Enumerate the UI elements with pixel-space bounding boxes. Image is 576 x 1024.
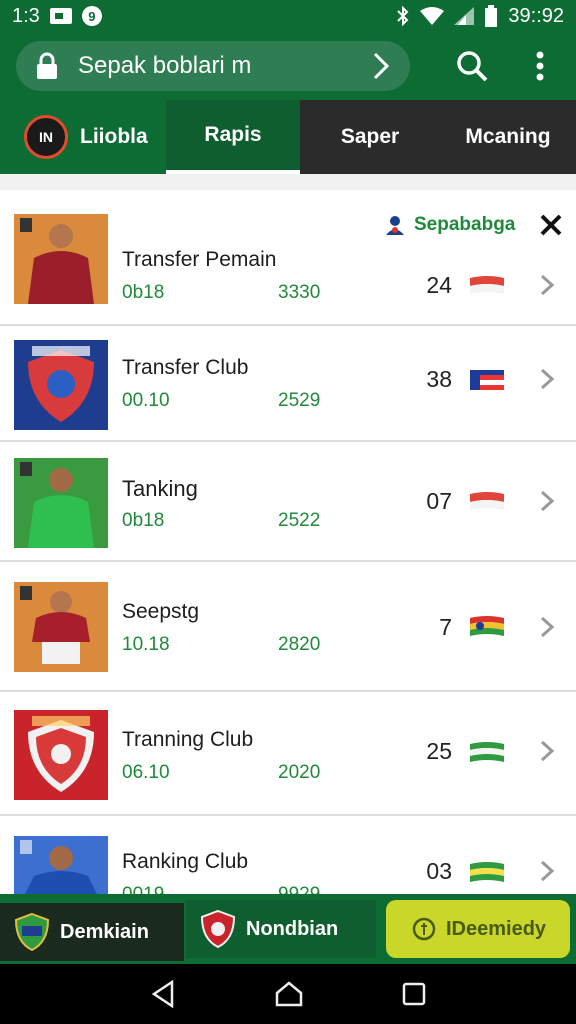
ideemiedy-button[interactable]: IDeemiedy — [386, 900, 570, 958]
back-icon[interactable] — [150, 980, 176, 1008]
button-label: IDeemiedy — [446, 917, 547, 940]
chevron-right-icon[interactable] — [536, 738, 558, 764]
item-value-1: 0b18 — [122, 510, 165, 531]
recents-icon[interactable] — [402, 982, 426, 1006]
tab-label: Mcaning — [465, 125, 551, 148]
item-number: 7 — [439, 614, 452, 640]
tab-rapis[interactable]: Rapis — [166, 100, 300, 174]
item-value-2: 2522 — [278, 510, 321, 531]
chevron-right-icon[interactable] — [536, 614, 558, 640]
club-crest-icon: IN — [24, 115, 68, 159]
list-item[interactable]: Sepababga Transfer Pemain 0b18 3330 24 — [0, 190, 576, 326]
search-query[interactable]: Sepak boblari m — [78, 52, 370, 80]
chevron-right-icon[interactable] — [536, 272, 558, 298]
battery-time: 39::92 — [508, 4, 564, 27]
message-icon — [49, 8, 72, 24]
transfer-list[interactable]: Sepababga Transfer Pemain 0b18 3330 24 T… — [0, 174, 576, 894]
close-icon[interactable] — [538, 212, 564, 238]
item-value-1: 0b18 — [122, 282, 165, 303]
promo-label: Sepababga — [414, 214, 516, 235]
list-item[interactable]: Ranking Club 0019 9929 03 — [0, 816, 576, 894]
chevron-right-icon[interactable] — [536, 488, 558, 514]
item-value-1: 00.10 — [122, 390, 170, 411]
more-vert-icon — [536, 51, 544, 81]
item-title: Transfer Club — [122, 356, 249, 379]
coin-icon — [412, 917, 436, 941]
lock-icon — [34, 51, 60, 81]
chevron-right-icon[interactable] — [536, 366, 558, 392]
battery-icon — [485, 5, 498, 27]
signal-icon — [454, 7, 475, 25]
promo-badge[interactable]: Sepababga — [384, 214, 515, 236]
tab-label: Liiobla — [80, 125, 148, 148]
chevron-right-icon[interactable] — [536, 858, 558, 884]
notification-circle-icon: 9 — [81, 6, 102, 26]
player-thumbnail — [14, 836, 108, 894]
system-nav-bar — [0, 964, 576, 1024]
green-white-flag-icon — [470, 742, 504, 762]
search-icon — [457, 51, 488, 82]
user-badge-icon — [386, 216, 404, 235]
shield-crest-icon — [200, 909, 236, 949]
search-button[interactable] — [450, 44, 494, 88]
go-arrow-icon[interactable] — [370, 51, 392, 81]
button-label: Demkiain — [60, 920, 149, 943]
striped-flag-icon — [470, 370, 504, 390]
item-value-2: 9929 — [278, 884, 320, 894]
item-value-2: 2020 — [278, 762, 321, 783]
player-thumbnail — [14, 458, 108, 548]
tab-saper[interactable]: Saper — [300, 100, 440, 174]
demkiain-button[interactable]: Demkiain — [0, 903, 184, 961]
wifi-icon — [420, 7, 445, 25]
tab-liiobla[interactable]: IN Liiobla — [0, 100, 166, 174]
bluetooth-icon — [397, 6, 409, 26]
item-title: Tanking — [122, 476, 198, 501]
item-value-1: 06.10 — [122, 762, 170, 783]
bottom-action-bar: Demkiain Nondbian IDeemiedy — [0, 894, 576, 964]
multicolor-flag-icon — [470, 616, 504, 636]
item-value-2: 2529 — [278, 390, 321, 411]
tab-label: Rapis — [204, 123, 262, 146]
tab-mcaning[interactable]: Mcaning — [440, 100, 576, 174]
item-number: 38 — [426, 366, 452, 392]
item-title: Seepstg — [122, 600, 200, 623]
list-item[interactable]: Seepstg 10.18 2820 7 — [0, 562, 576, 692]
item-value-2: 3330 — [278, 282, 321, 303]
item-value-2: 2820 — [278, 634, 321, 655]
green-yellow-flag-icon — [470, 862, 504, 882]
status-bar: 1:3 9 39::92 — [0, 0, 576, 32]
list-item[interactable]: Tanking 0b18 2522 07 — [0, 442, 576, 562]
home-icon[interactable] — [275, 981, 303, 1007]
item-title: Ranking Club — [122, 850, 249, 873]
list-item[interactable]: Tranning Club 06.10 2020 25 — [0, 692, 576, 816]
tab-bar: IN Liiobla Rapis Saper Mcaning — [0, 100, 576, 174]
item-title: Transfer Pemain — [122, 248, 277, 271]
item-number: 24 — [426, 272, 452, 298]
player-thumbnail — [14, 582, 108, 672]
button-label: Nondbian — [246, 917, 339, 940]
item-number: 07 — [426, 488, 452, 514]
item-number: 03 — [426, 858, 452, 884]
item-value-1: 0019 — [122, 884, 164, 894]
nondbian-button[interactable]: Nondbian — [186, 900, 376, 958]
search-field[interactable]: Sepak boblari m — [16, 41, 410, 91]
more-options-button[interactable] — [518, 44, 562, 88]
item-value-1: 10.18 — [122, 634, 170, 655]
item-title: Tranning Club — [122, 728, 254, 751]
club-crest-thumbnail — [14, 340, 108, 430]
indonesia-flag-icon — [470, 276, 504, 294]
status-time: 1:3 — [12, 4, 40, 27]
tab-label: Saper — [340, 125, 400, 148]
club-crest-thumbnail — [14, 710, 108, 800]
item-number: 25 — [426, 738, 452, 764]
indonesia-flag-icon — [470, 492, 504, 510]
list-item[interactable]: Transfer Club 00.10 2529 38 — [0, 326, 576, 442]
player-thumbnail — [14, 214, 108, 304]
shield-crest-icon — [14, 912, 50, 952]
search-toolbar: Sepak boblari m — [0, 32, 576, 100]
